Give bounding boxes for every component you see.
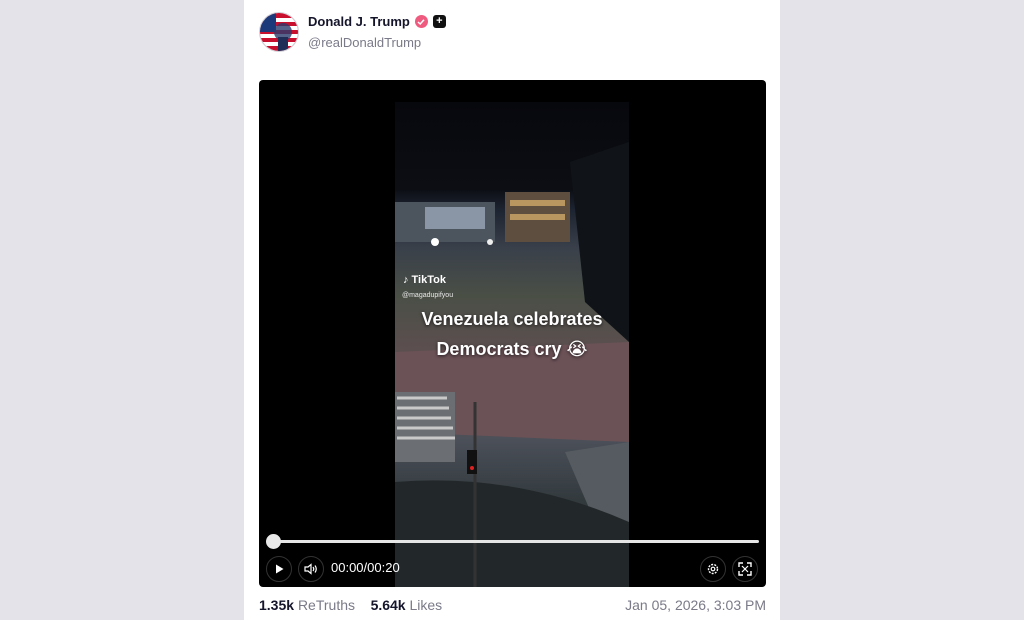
post-timestamp[interactable]: Jan 05, 2026, 3:03 PM: [625, 597, 766, 613]
fullscreen-icon: [738, 562, 752, 576]
retruths-stat[interactable]: 1.35k ReTruths: [259, 597, 355, 613]
likes-label: Likes: [409, 597, 443, 613]
likes-stat[interactable]: 5.64k Likes: [371, 597, 443, 613]
author-handle[interactable]: @realDonaldTrump: [308, 35, 421, 50]
video-caption-line1: Venezuela celebrates: [421, 309, 603, 329]
time-display: 00:00/00:20: [331, 560, 400, 575]
video-caption-line2: Democrats cry 😭: [436, 339, 588, 359]
author-name[interactable]: Donald J. Trump: [308, 14, 410, 29]
post-stats: 1.35k ReTruths 5.64k Likes: [259, 597, 442, 613]
video-player[interactable]: ♪ TikTok @magadupifyou Venezuela celebra…: [259, 80, 766, 587]
volume-button[interactable]: [298, 556, 324, 582]
seek-thumb[interactable]: [266, 534, 281, 549]
likes-count: 5.64k: [370, 597, 406, 613]
current-time: 00:00: [331, 560, 364, 575]
seek-bar[interactable]: [274, 540, 759, 543]
volume-icon: [304, 563, 317, 575]
plus-badge-icon: +: [432, 15, 446, 28]
gear-icon: [707, 563, 719, 575]
duration: 00:20: [367, 560, 400, 575]
fullscreen-button[interactable]: [732, 556, 758, 582]
avatar[interactable]: [259, 12, 299, 52]
tiktok-watermark: ♪ TikTok: [403, 274, 446, 286]
play-icon: [276, 564, 284, 574]
tiktok-icon: ♪: [403, 274, 409, 286]
author-name-row: Donald J. Trump +: [308, 14, 446, 29]
video-frame[interactable]: ♪ TikTok @magadupifyou Venezuela celebra…: [395, 102, 629, 587]
retruths-count: 1.35k: [259, 597, 295, 613]
play-button[interactable]: [266, 556, 292, 582]
post-card: Donald J. Trump + @realDonaldTrump ♪ Tik…: [244, 0, 780, 620]
verified-icon: [414, 15, 428, 28]
tiktok-username: @magadupifyou: [402, 292, 454, 299]
settings-button[interactable]: [700, 556, 726, 582]
retruths-label: ReTruths: [297, 597, 355, 613]
